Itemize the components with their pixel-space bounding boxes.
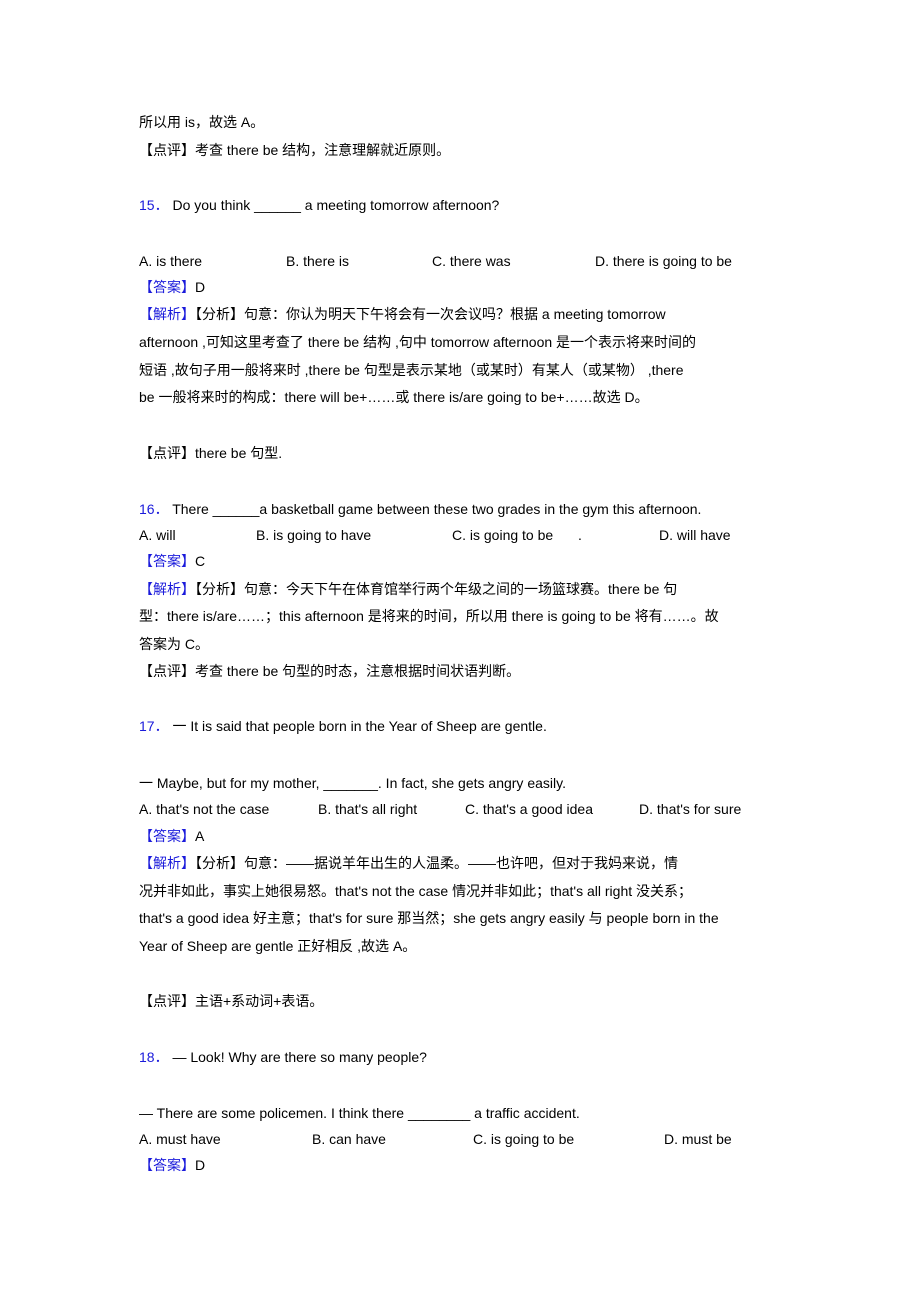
question-17-reply: 一 Maybe, but for my mother, _______. In …: [139, 775, 566, 791]
analysis-text: 【分析】句意：——据说羊年出生的人温柔。——也许吧，但对于我妈来说，情: [195, 855, 678, 871]
analysis-label: 【解析】: [139, 306, 195, 322]
option-d: D. will have: [659, 527, 731, 543]
analysis-label: 【解析】: [139, 581, 195, 597]
option-d: D. must be: [664, 1131, 732, 1147]
options-16: A. will B. is going to have C. is going …: [139, 526, 789, 544]
option-c: C. is going to be: [452, 527, 554, 543]
comment-text: 主语+系动词+表语。: [195, 993, 324, 1009]
answer-value: D: [195, 279, 206, 295]
analysis-17-line-2: 况并非如此，事实上她很易怒。that's not the case 情况并非如此…: [139, 883, 693, 899]
analysis-16-line-3: 答案为 C。: [139, 636, 209, 652]
answer-value: D: [195, 1157, 206, 1173]
answer-18: 【答案】D: [139, 1156, 205, 1174]
option-a: A. will: [139, 527, 176, 543]
analysis-text: 【分析】句意：你认为明天下午将会有一次会议吗？根据 a meeting tomo…: [195, 306, 666, 322]
answer-label: 【答案】: [139, 279, 195, 295]
option-b: B. can have: [312, 1131, 386, 1147]
comment-16: 【点评】考查 there be 句型的时态，注意根据时间状语判断。: [139, 662, 520, 680]
option-a: A. must have: [139, 1131, 221, 1147]
analysis-16-line-2: 型：there is/are……；this afternoon 是将来的时间，所…: [139, 608, 719, 624]
analysis-text: 【分析】句意：今天下午在体育馆举行两个年级之间的一场篮球赛。there be 句: [195, 581, 678, 597]
analysis-label: 【解析】: [139, 855, 195, 871]
analysis-17-line-4: Year of Sheep are gentle 正好相反 ,故选 A。: [139, 938, 417, 954]
comment-15: 【点评】there be 句型.: [139, 444, 282, 462]
answer-value: C: [195, 553, 206, 569]
answer-label: 【答案】: [139, 553, 195, 569]
comment-text: there be 句型.: [195, 445, 283, 461]
option-b: B. that's all right: [318, 801, 418, 817]
option-d: D. there is going to be: [595, 253, 732, 269]
option-a: A. that's not the case: [139, 801, 270, 817]
answer-17: 【答案】A: [139, 827, 204, 845]
option-b: B. is going to have: [256, 527, 372, 543]
analysis-15-line-1: 【解析】【分析】句意：你认为明天下午将会有一次会议吗？根据 a meeting …: [139, 305, 781, 323]
question-16: 16． There ______a basketball game betwee…: [139, 500, 701, 518]
analysis-15-line-2: afternoon ,可知这里考查了 there be 结构 ,句中 tomor…: [139, 334, 697, 350]
answer-label: 【答案】: [139, 1157, 195, 1173]
option-c-blank: .: [578, 527, 582, 543]
comment-label: 【点评】: [139, 663, 195, 679]
answer-16: 【答案】C: [139, 552, 205, 570]
answer-label: 【答案】: [139, 828, 195, 844]
options-18: A. must have B. can have C. is going to …: [139, 1130, 789, 1148]
question-18-reply: — There are some policemen. I think ther…: [139, 1105, 580, 1121]
options-15: A. is there B. there is C. there was D. …: [139, 252, 789, 270]
question-number: 17．: [139, 718, 169, 734]
analysis-17-line-1: 【解析】【分析】句意：——据说羊年出生的人温柔。——也许吧，但对于我妈来说，情: [139, 854, 678, 872]
analysis-15-line-3: 短语 ,故句子用一般将来时 ,there be 句型是表示某地（或某时）有某人（…: [139, 362, 684, 378]
question-15: 15． Do you think ______ a meeting tomorr…: [139, 196, 499, 214]
options-17: A. that's not the case B. that's all rig…: [139, 800, 789, 818]
answer-15: 【答案】D: [139, 278, 205, 296]
question-number: 18．: [139, 1049, 169, 1065]
option-d: D. that's for sure: [639, 801, 742, 817]
analysis-16-line-1: 【解析】【分析】句意：今天下午在体育馆举行两个年级之间的一场篮球赛。there …: [139, 580, 677, 598]
option-a: A. is there: [139, 253, 203, 269]
option-c: C. is going to be: [473, 1131, 575, 1147]
question-stem: 一 It is said that people born in the Yea…: [172, 718, 547, 734]
analysis-17-line-3: that's a good idea 好主意；that's for sure 那…: [139, 910, 719, 926]
question-stem: — Look! Why are there so many people?: [172, 1049, 427, 1065]
comment-17: 【点评】主语+系动词+表语。: [139, 992, 323, 1010]
intro-comment: 【点评】考查 there be 结构，注意理解就近原则。: [139, 142, 451, 158]
analysis-15-line-4: be 一般将来时的构成：there will be+……或 there is/a…: [139, 389, 649, 405]
question-stem: There ______a basketball game between th…: [172, 501, 702, 517]
intro-line: 所以用 is，故选 A。: [139, 114, 265, 130]
option-c: C. there was: [432, 253, 511, 269]
question-number: 16．: [139, 501, 169, 517]
answer-value: A: [195, 828, 205, 844]
option-b: B. there is: [286, 253, 350, 269]
question-18: 18． — Look! Why are there so many people…: [139, 1048, 427, 1066]
option-c: C. that's a good idea: [465, 801, 593, 817]
question-stem: Do you think ______ a meeting tomorrow a…: [172, 197, 500, 213]
comment-label: 【点评】: [139, 445, 195, 461]
comment-text: 考查 there be 句型的时态，注意根据时间状语判断。: [195, 663, 521, 679]
question-number: 15．: [139, 197, 169, 213]
comment-label: 【点评】: [139, 993, 195, 1009]
question-17: 17． 一 It is said that people born in the…: [139, 717, 547, 735]
